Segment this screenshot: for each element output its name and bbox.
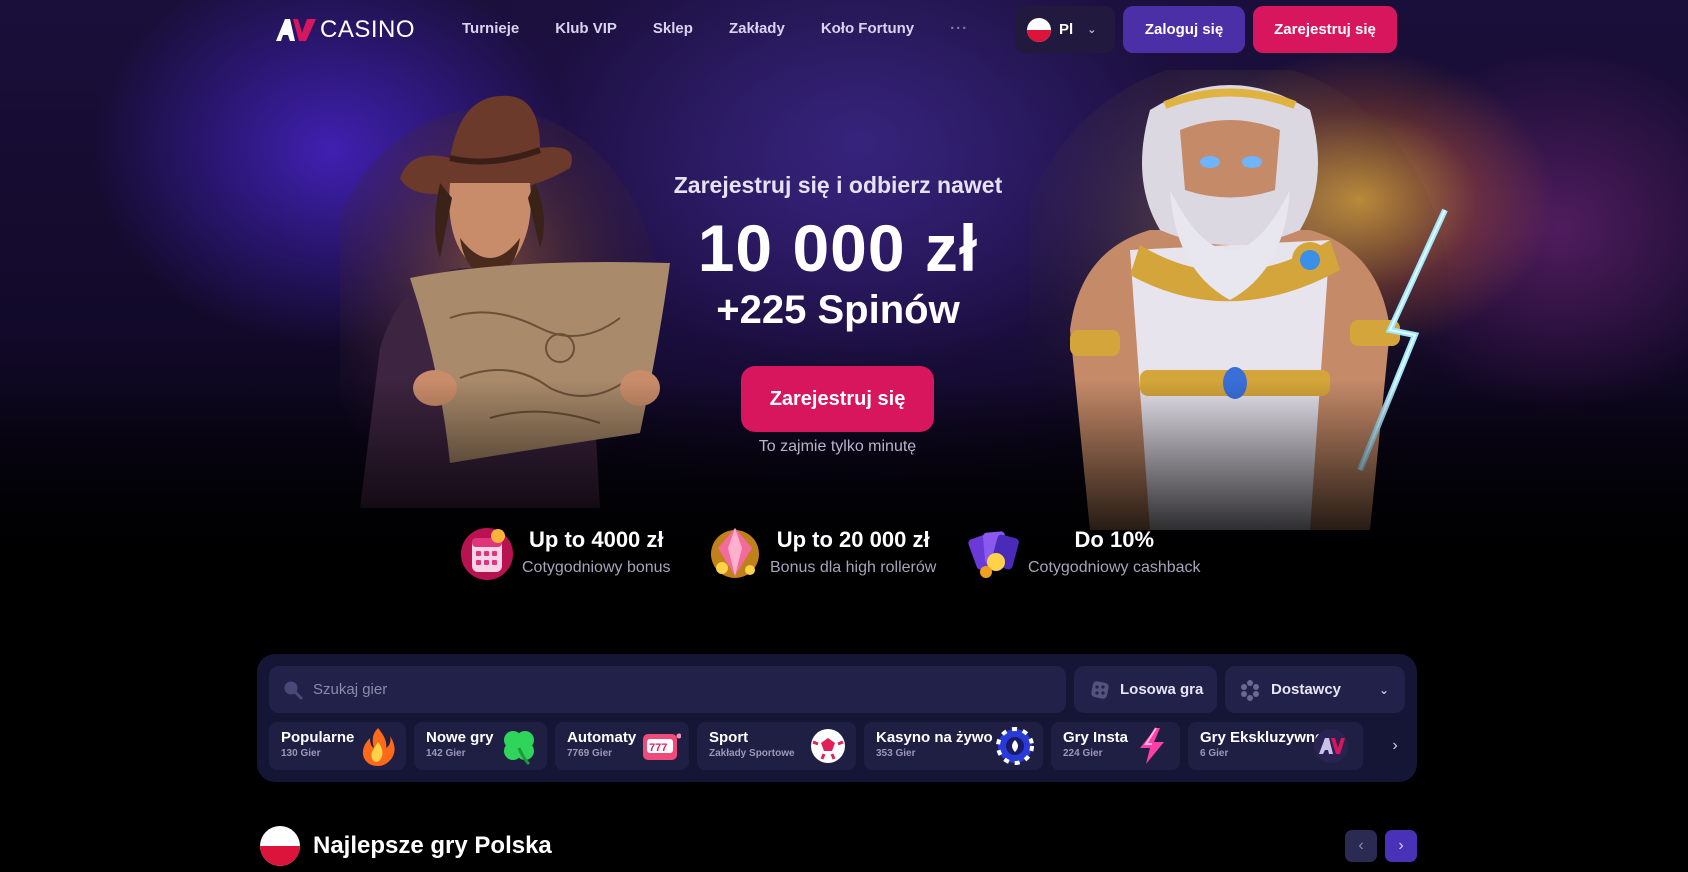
perk-weekly-bonus: Up to 4000 zł Cotygodniowy bonus: [460, 522, 671, 582]
games-panel: Losowa gra Dostawcy ⌄ Popularne 130 Gier…: [257, 654, 1417, 782]
category-slots[interactable]: Automaty 7769 Gier 777: [555, 722, 689, 770]
search-icon: [284, 681, 303, 699]
providers-icon: [1241, 679, 1259, 701]
category-new-games[interactable]: Nowe gry 142 Gier: [414, 722, 547, 770]
hero-note: To zajmie tylko minutę: [758, 438, 917, 455]
fire-icon: [362, 728, 395, 766]
perk-title: Up to 20 000 zł: [776, 527, 930, 552]
random-game-button[interactable]: Losowa gra: [1074, 666, 1217, 713]
login-button[interactable]: Zaloguj się: [1123, 6, 1245, 53]
carousel-prev-button[interactable]: ‹: [1345, 830, 1377, 862]
poland-flag-icon: [260, 826, 300, 866]
perk-text: Up to 4000 zł Cotygodniowy bonus: [522, 527, 671, 577]
category-insta-games[interactable]: Gry Insta 224 Gier: [1051, 722, 1180, 770]
categories-next-icon[interactable]: ›: [1383, 732, 1407, 760]
providers-label: Dostawcy: [1271, 681, 1342, 698]
svg-text:777: 777: [649, 742, 667, 754]
cards-icon: [968, 531, 1019, 578]
game-categories: Popularne 130 Gier Nowe gry 142 Gier Aut…: [269, 722, 1363, 770]
lightning-icon: [1140, 727, 1164, 764]
category-popular[interactable]: Popularne 130 Gier: [269, 722, 406, 770]
top-navbar: CASINO Turnieje Klub VIP Sklep Zakłady K…: [0, 0, 1688, 60]
language-label: Pl: [1059, 21, 1074, 38]
section-title: Najlepsze gry Polska: [313, 832, 552, 859]
hero-free-spins: +225 Spinów: [716, 288, 960, 332]
carousel-next-button[interactable]: ›: [1385, 830, 1417, 862]
game-search-bar[interactable]: [269, 666, 1066, 713]
slot-machine-icon: 777: [643, 733, 681, 760]
perk-text: Do 10% Cotygodniowy cashback: [1028, 527, 1201, 577]
chevron-down-icon: ⌄: [1087, 24, 1097, 36]
perk-desc: Cotygodniowy bonus: [522, 559, 671, 576]
perk-desc: Cotygodniowy cashback: [1028, 559, 1201, 576]
nav-link-wheel-of-fortune[interactable]: Koło Fortuny: [821, 20, 914, 37]
perk-title: Up to 4000 zł: [529, 527, 664, 552]
site-logo[interactable]: CASINO: [276, 16, 415, 44]
perk-weekly-cashback: Do 10% Cotygodniowy cashback: [966, 522, 1201, 582]
more-menu-icon[interactable]: ···: [950, 20, 968, 37]
gem-icon: [711, 528, 759, 578]
search-input[interactable]: [313, 681, 1013, 698]
register-button[interactable]: Zarejestruj się: [1253, 6, 1397, 53]
poland-flag-icon: [1027, 17, 1051, 42]
logo-text: CASINO: [320, 16, 416, 43]
nav-link-shop[interactable]: Sklep: [653, 20, 693, 37]
category-exclusive-games[interactable]: Gry Ekskluzywne 6 Gier: [1188, 722, 1363, 770]
soccer-ball-icon: [811, 729, 845, 763]
hero-bonus-amount: 10 000 zł: [697, 211, 979, 285]
av-logo-icon: [276, 19, 316, 41]
random-game-label: Losowa gra: [1120, 681, 1204, 698]
hero-subtitle: Zarejestruj się i odbierz nawet: [673, 172, 1003, 198]
category-sport[interactable]: Sport Zakłady Sportowe: [697, 722, 856, 770]
chevron-down-icon: ⌄: [1378, 682, 1389, 697]
casino-chip-icon: [996, 727, 1034, 765]
main-menu: Turnieje Klub VIP Sklep Zakłady Koło For…: [462, 20, 968, 37]
perk-text: Up to 20 000 zł Bonus dla high rollerów: [770, 527, 936, 577]
perk-high-roller-bonus: Up to 20 000 zł Bonus dla high rollerów: [708, 522, 936, 582]
nav-link-bets[interactable]: Zakłady: [729, 20, 785, 37]
nav-link-vip-club[interactable]: Klub VIP: [555, 20, 617, 37]
av-logo-icon: [1314, 729, 1348, 763]
clover-icon: [504, 731, 534, 766]
dice-icon: [1091, 680, 1109, 699]
language-selector[interactable]: Pl ⌄: [1015, 6, 1115, 53]
hero-register-button[interactable]: Zarejestruj się: [741, 366, 934, 432]
perk-title: Do 10%: [1074, 527, 1155, 552]
providers-dropdown[interactable]: Dostawcy ⌄: [1225, 666, 1405, 713]
perk-desc: Bonus dla high rollerów: [770, 559, 937, 576]
category-live-casino[interactable]: Kasyno na żywo 353 Gier: [864, 722, 1043, 770]
nav-link-tournaments[interactable]: Turnieje: [462, 20, 519, 37]
calendar-icon: [461, 528, 513, 580]
